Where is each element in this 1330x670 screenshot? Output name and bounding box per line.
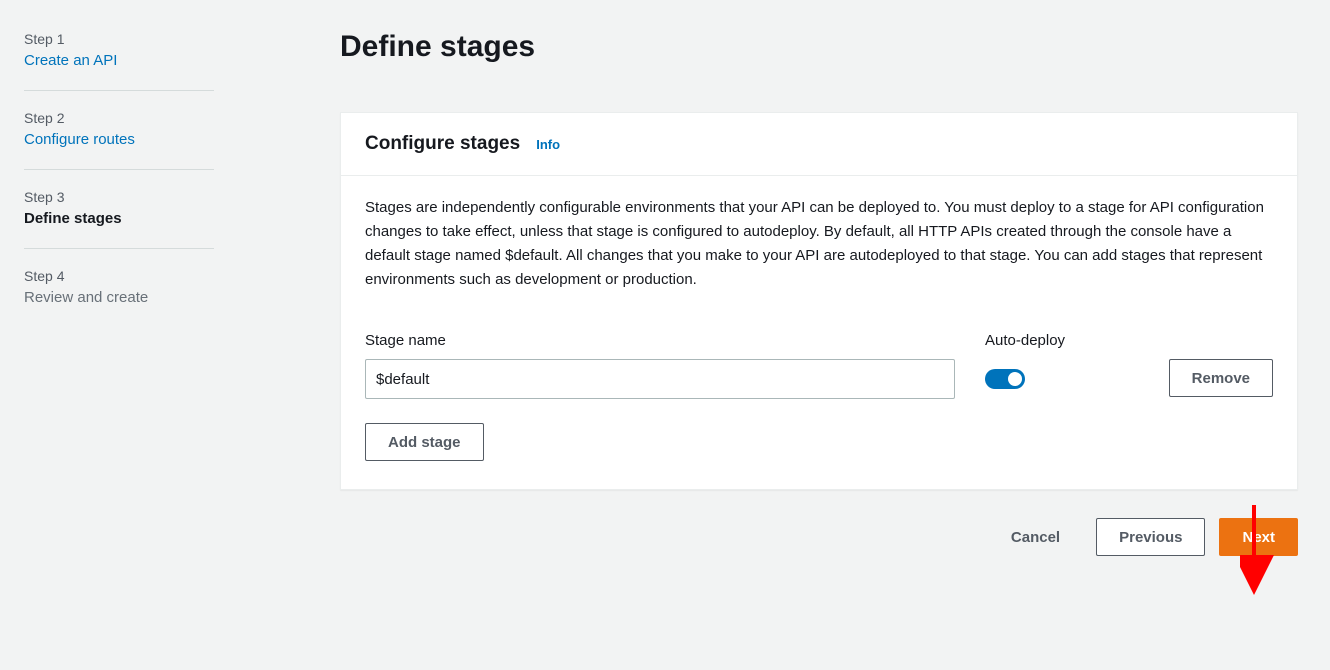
step-label: Step 1 xyxy=(24,30,250,50)
configure-stages-panel: Configure stages Info Stages are indepen… xyxy=(340,112,1298,490)
step-label: Step 2 xyxy=(24,109,250,129)
previous-button[interactable]: Previous xyxy=(1096,518,1205,556)
stage-name-input[interactable] xyxy=(365,359,955,399)
stage-name-field: Stage name xyxy=(365,332,955,399)
remove-field: Remove xyxy=(1169,332,1273,397)
auto-deploy-toggle[interactable] xyxy=(985,369,1025,389)
wizard-sidebar: Step 1 Create an API Step 2 Configure ro… xyxy=(0,0,270,576)
divider xyxy=(24,90,214,91)
auto-deploy-label: Auto-deploy xyxy=(985,332,1125,349)
stage-name-label: Stage name xyxy=(365,332,955,349)
page-title: Define stages xyxy=(340,30,1298,64)
info-link[interactable]: Info xyxy=(536,137,560,152)
step-title[interactable]: Configure routes xyxy=(24,129,250,152)
next-button[interactable]: Next xyxy=(1219,518,1298,556)
auto-deploy-field: Auto-deploy xyxy=(985,332,1125,399)
step-label: Step 4 xyxy=(24,267,250,287)
cancel-button[interactable]: Cancel xyxy=(989,518,1082,556)
add-stage-button[interactable]: Add stage xyxy=(365,423,484,461)
stage-row: Stage name Auto-deploy Remove xyxy=(365,332,1273,399)
toggle-knob xyxy=(1008,372,1022,386)
step-title[interactable]: Create an API xyxy=(24,50,250,73)
wizard-footer: Cancel Previous Next xyxy=(340,518,1298,556)
panel-heading: Configure stages xyxy=(365,133,520,155)
panel-body: Stages are independently configurable en… xyxy=(341,176,1297,489)
panel-header: Configure stages Info xyxy=(341,113,1297,176)
step-title: Define stages xyxy=(24,208,250,231)
step-3: Step 3 Define stages xyxy=(24,188,250,248)
remove-button[interactable]: Remove xyxy=(1169,359,1273,397)
step-1[interactable]: Step 1 Create an API xyxy=(24,30,250,90)
divider xyxy=(24,248,214,249)
divider xyxy=(24,169,214,170)
step-label: Step 3 xyxy=(24,188,250,208)
main-content: Define stages Configure stages Info Stag… xyxy=(270,0,1330,576)
panel-description: Stages are independently configurable en… xyxy=(365,196,1273,292)
step-4: Step 4 Review and create xyxy=(24,267,250,327)
step-2[interactable]: Step 2 Configure routes xyxy=(24,109,250,169)
step-title: Review and create xyxy=(24,287,250,310)
